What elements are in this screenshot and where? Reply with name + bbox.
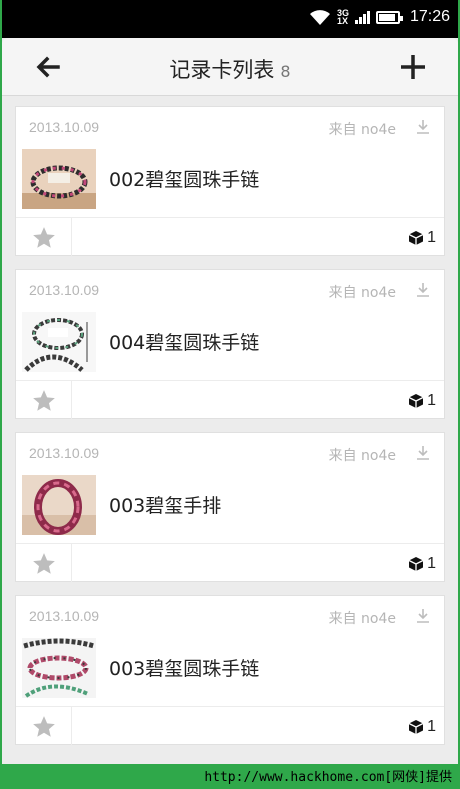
record-card[interactable]: 2013.10.09 来自 no4e 002碧玺圆珠手链 1 — [15, 106, 445, 257]
bracelet-photo-icon — [22, 312, 96, 372]
star-icon — [32, 715, 55, 737]
cube-count: 1 — [427, 229, 436, 246]
status-time: 17:26 — [409, 8, 450, 25]
item-count: 8 — [280, 62, 291, 81]
page-title: 记录卡列表 — [169, 58, 275, 82]
record-card[interactable]: 2013.10.09 来自 no4e 003碧玺圆珠手链 1 — [15, 595, 445, 746]
card-title: 003碧玺手排 — [109, 495, 222, 517]
cube-icon — [408, 720, 424, 734]
favorite-button[interactable] — [16, 544, 72, 583]
card-source: 来自 no4e — [328, 448, 396, 464]
card-source: 来自 no4e — [328, 611, 396, 627]
star-icon — [32, 389, 55, 411]
cube-icon — [408, 557, 424, 571]
card-footer: 1 — [16, 706, 444, 746]
bangle-photo-icon — [22, 475, 96, 535]
cube-icon — [408, 394, 424, 408]
cube-counter: 1 — [408, 392, 436, 410]
bracelet-photo-icon — [22, 638, 96, 698]
wifi-icon — [309, 10, 330, 25]
battery-icon — [375, 10, 403, 24]
card-source: 来自 no4e — [328, 122, 396, 138]
cube-icon — [408, 231, 424, 245]
record-card[interactable]: 2013.10.09 来自 no4e 003碧玺手排 1 — [15, 432, 445, 583]
card-date: 2013.10.09 — [29, 608, 100, 624]
plus-icon — [401, 55, 425, 79]
card-date: 2013.10.09 — [29, 119, 100, 135]
add-button[interactable] — [396, 50, 430, 84]
card-footer: 1 — [16, 217, 444, 257]
favorite-button[interactable] — [16, 707, 72, 746]
cube-counter: 1 — [408, 555, 436, 573]
cube-counter: 1 — [408, 718, 436, 736]
card-thumbnail[interactable] — [22, 638, 96, 698]
card-footer: 1 — [16, 380, 444, 420]
star-icon — [32, 552, 55, 574]
cube-count: 1 — [427, 718, 436, 735]
cube-count: 1 — [427, 392, 436, 409]
app-frame: 3G 1X 17:26 记录卡列表 8 2013.10.09 来自 no4e 0… — [2, 0, 458, 764]
signal-icon — [354, 10, 370, 24]
card-date: 2013.10.09 — [29, 282, 100, 298]
cube-counter: 1 — [408, 229, 436, 247]
watermark-text: http://www.hackhome.com[网侠]提供 — [204, 770, 452, 785]
app-bar: 记录卡列表 8 — [2, 38, 458, 96]
page-title-group: 记录卡列表 8 — [2, 54, 458, 84]
status-bar: 3G 1X 17:26 — [2, 0, 458, 38]
download-icon[interactable] — [416, 608, 430, 624]
favorite-button[interactable] — [16, 218, 72, 257]
card-thumbnail[interactable] — [22, 312, 96, 372]
card-title: 003碧玺圆珠手链 — [109, 658, 260, 680]
download-icon[interactable] — [416, 119, 430, 135]
status-icons: 3G 1X 17:26 — [309, 8, 450, 26]
star-icon — [32, 226, 55, 248]
record-card[interactable]: 2013.10.09 来自 no4e 004碧玺圆珠手链 1 — [15, 269, 445, 420]
card-thumbnail[interactable] — [22, 475, 96, 535]
card-date: 2013.10.09 — [29, 445, 100, 461]
bracelet-photo-icon — [22, 149, 96, 209]
favorite-button[interactable] — [16, 381, 72, 420]
card-title: 002碧玺圆珠手链 — [109, 169, 260, 191]
card-source: 来自 no4e — [328, 285, 396, 301]
cube-count: 1 — [427, 555, 436, 572]
download-icon[interactable] — [416, 282, 430, 298]
network-type-label: 3G 1X — [336, 8, 349, 26]
card-footer: 1 — [16, 543, 444, 583]
card-thumbnail[interactable] — [22, 149, 96, 209]
card-title: 004碧玺圆珠手链 — [109, 332, 260, 354]
download-icon[interactable] — [416, 445, 430, 461]
